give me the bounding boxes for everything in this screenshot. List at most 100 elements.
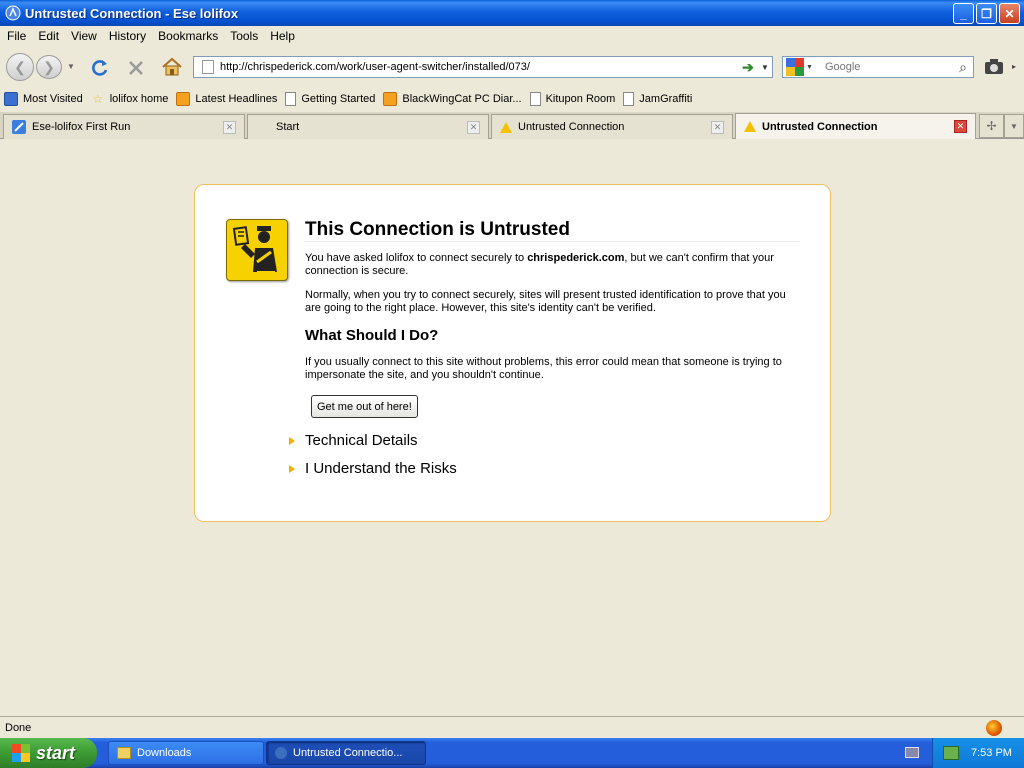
advice-text: If you usually connect to this site with… <box>305 356 782 381</box>
tab-label: Untrusted Connection <box>762 120 878 133</box>
tab-close-icon[interactable]: ✕ <box>954 120 967 133</box>
star-icon: ☆ <box>92 92 104 106</box>
bookmark-lolifox-home[interactable]: ☆ lolifox home <box>91 92 169 106</box>
tab-close-icon[interactable]: ✕ <box>467 121 480 134</box>
close-button[interactable]: ✕ <box>999 3 1020 24</box>
menu-bookmarks[interactable]: Bookmarks <box>152 29 224 43</box>
understand-risks-label: I Understand the Risks <box>305 460 457 477</box>
tab-label: Untrusted Connection <box>518 121 625 133</box>
reload-icon[interactable] <box>90 58 110 78</box>
status-text: Done <box>5 721 32 734</box>
navigation-toolbar: ❮ ❯ ▼ ➔ ▼ ▼ ⌕ ▸ <box>0 46 1024 86</box>
task-untrusted-connection[interactable]: Untrusted Connectio... <box>266 741 426 765</box>
tab-close-icon[interactable]: ✕ <box>711 121 724 134</box>
clock[interactable]: 7:53 PM <box>971 747 1012 759</box>
camera-icon[interactable] <box>984 58 1004 76</box>
page-icon <box>285 92 297 106</box>
engine-dropdown-icon[interactable]: ▼ <box>806 64 813 71</box>
bookmark-getting-started[interactable]: Getting Started <box>285 92 375 106</box>
tab-untrusted-1[interactable]: Untrusted Connection ✕ <box>491 114 733 139</box>
menu-file[interactable]: File <box>0 29 32 43</box>
maximize-button[interactable]: ❐ <box>976 3 997 24</box>
blank-tab-icon <box>256 120 270 134</box>
menu-help[interactable]: Help <box>264 29 301 43</box>
error-explanation-text: Normally, when you try to connect secure… <box>305 289 786 314</box>
search-bar[interactable]: ▼ ⌕ <box>782 56 974 78</box>
tab-bar: Ese-lolifox First Run ✕ Start ✕ Untruste… <box>0 112 1024 139</box>
url-input[interactable] <box>220 61 738 73</box>
menu-view[interactable]: View <box>65 29 103 43</box>
start-label: start <box>36 742 76 763</box>
tab-close-icon[interactable]: ✕ <box>223 121 236 134</box>
window-titlebar[interactable]: Untrusted Connection - Ese lolifox _ ❐ ✕ <box>0 0 1024 26</box>
google-engine-icon[interactable] <box>786 58 804 76</box>
rss-icon <box>176 92 191 106</box>
menu-history[interactable]: History <box>103 29 152 43</box>
network-icon[interactable] <box>943 746 959 760</box>
what-should-i-do-heading: What Should I Do? <box>305 327 439 344</box>
tab-untrusted-active[interactable]: Untrusted Connection ✕ <box>735 113 976 139</box>
bookmark-kitupon-room[interactable]: Kitupon Room <box>529 92 616 106</box>
expand-arrow-icon <box>289 436 295 445</box>
intro-pre: You have asked lolifox to connect secure… <box>305 252 528 264</box>
error-box: This Connection is Untrusted You have as… <box>194 184 831 522</box>
page-content: This Connection is Untrusted You have as… <box>0 140 1024 716</box>
error-domain: chrispederick.com <box>527 252 625 264</box>
go-icon[interactable]: ➔ <box>738 59 758 76</box>
bookmark-label: lolifox home <box>109 93 169 105</box>
get-me-out-button[interactable]: Get me out of here! <box>311 395 418 418</box>
error-intro-text: You have asked lolifox to connect secure… <box>305 252 800 278</box>
forward-icon[interactable]: ❯ <box>36 55 62 79</box>
task-label: Downloads <box>137 747 192 759</box>
bookmark-jamgraffiti[interactable]: JamGraffiti <box>623 92 692 106</box>
toolbar-chevron-icon[interactable]: ▸ <box>1012 62 1016 71</box>
rss-icon <box>383 92 398 106</box>
bookmark-latest-headlines[interactable]: Latest Headlines <box>176 92 277 106</box>
minimize-button[interactable]: _ <box>953 3 974 24</box>
lolifox-tab-icon <box>12 120 26 134</box>
window-title: Untrusted Connection - Ese lolifox <box>25 5 239 21</box>
tab-label: Ese-lolifox First Run <box>32 121 131 133</box>
task-downloads[interactable]: Downloads <box>108 741 264 765</box>
page-icon <box>529 92 541 106</box>
technical-details-label: Technical Details <box>305 432 418 449</box>
title-divider <box>305 241 800 242</box>
start-button[interactable]: start <box>0 738 97 768</box>
back-icon[interactable]: ❮ <box>6 53 34 81</box>
url-dropdown-icon[interactable]: ▼ <box>758 63 772 72</box>
tab-label: Start <box>276 121 300 133</box>
bookmark-label: Getting Started <box>301 93 376 105</box>
bookmark-blackwingcat[interactable]: BlackWingCat PC Diar... <box>383 92 522 106</box>
firefox-status-icon[interactable] <box>986 720 1002 736</box>
search-icon[interactable]: ⌕ <box>953 59 973 76</box>
page-icon <box>623 92 635 106</box>
bookmark-label: Most Visited <box>23 93 83 105</box>
menu-bar: File Edit View History Bookmarks Tools H… <box>0 26 1024 46</box>
address-bar[interactable]: ➔ ▼ <box>193 56 773 78</box>
home-icon[interactable] <box>161 57 183 77</box>
warning-icon <box>500 121 512 133</box>
lolifox-app-icon <box>5 5 21 21</box>
folder-icon <box>117 747 131 759</box>
stop-icon[interactable] <box>126 58 146 78</box>
tab-start[interactable]: Start ✕ <box>247 114 489 139</box>
bookmark-most-visited[interactable]: Most Visited <box>4 92 83 106</box>
page-favicon-icon <box>202 60 214 74</box>
menu-tools[interactable]: Tools <box>224 29 264 43</box>
bookmark-label: JamGraffiti <box>639 93 693 105</box>
history-dropdown-icon[interactable]: ▼ <box>67 62 75 71</box>
keyboard-icon[interactable] <box>905 747 919 758</box>
system-tray: 7:53 PM <box>932 738 1024 768</box>
search-input[interactable] <box>824 61 953 73</box>
tab-list-icon[interactable]: ▼ <box>1004 114 1024 138</box>
security-officer-icon <box>226 219 288 281</box>
windows-flag-icon <box>12 744 30 762</box>
understand-risks-expander[interactable]: I Understand the Risks <box>289 460 457 477</box>
bookmark-label: Kitupon Room <box>545 93 616 105</box>
expand-arrow-icon <box>289 464 295 473</box>
bookmarks-toolbar: Most Visited ☆ lolifox home Latest Headl… <box>0 88 1024 110</box>
tab-first-run[interactable]: Ese-lolifox First Run ✕ <box>3 114 245 139</box>
technical-details-expander[interactable]: Technical Details <box>289 432 418 449</box>
new-tab-icon[interactable]: ✢ <box>979 114 1004 138</box>
menu-edit[interactable]: Edit <box>32 29 65 43</box>
